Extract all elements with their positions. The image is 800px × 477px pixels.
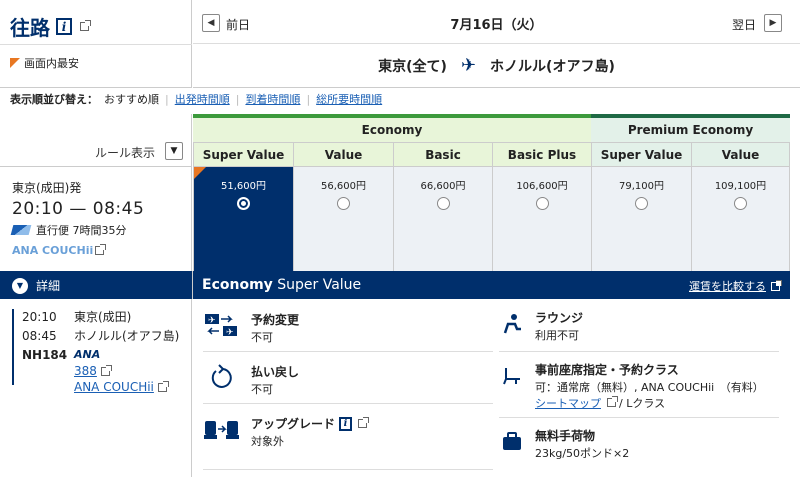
ana-logo-icon	[10, 225, 32, 235]
route-header: 東京(全て) ✈ ホノルル(オアフ島)	[193, 44, 800, 88]
fare-header: Basic Plus	[492, 142, 591, 166]
timeline-bar	[12, 309, 14, 385]
external-link-icon[interactable]	[358, 417, 370, 428]
condition-refund: 払い戻し 不可	[203, 363, 299, 398]
seat-icon	[499, 361, 525, 391]
sort-bar: 表示順並び替え： おすすめ順 | 出発時間順 | 到着時間順 | 総所要時間順	[10, 91, 383, 107]
fare-header: Value	[691, 142, 790, 166]
arrival-airport: ホノルル(オアフ島)	[74, 329, 180, 343]
sort-recommended: おすすめ順	[104, 93, 159, 106]
route-destination: ホノルル(オアフ島)	[490, 58, 615, 75]
fare-cell-selected[interactable]: 51,600円	[193, 166, 293, 271]
fare-header: Basic	[393, 142, 492, 166]
flight-times: 20:10 — 08:45	[12, 199, 145, 219]
fare-cell[interactable]: 79,100円	[591, 166, 691, 271]
fare-cell[interactable]: 66,600円	[393, 166, 492, 271]
flight-duration: 直行便 7時間35分	[10, 222, 191, 238]
svg-text:✈: ✈	[226, 328, 234, 338]
external-link-icon	[157, 381, 169, 392]
cabin-header-economy: Economy	[193, 114, 591, 142]
lounge-icon	[499, 309, 525, 339]
chevron-down-icon: ▼	[12, 277, 28, 294]
fare-radio[interactable]	[436, 197, 450, 210]
chevron-down-icon[interactable]: ▼	[165, 142, 183, 160]
departure-airport: 東京(成田)	[74, 310, 132, 324]
external-link-icon[interactable]	[80, 20, 91, 31]
details-toggle[interactable]: ▼ 詳細	[12, 277, 60, 294]
external-link-icon[interactable]	[606, 396, 618, 407]
date-navigation: ◀ 前日 7月16日（火） 翌日 ▶	[193, 0, 800, 44]
refund-icon	[203, 363, 241, 393]
cheapest-marker-icon	[10, 58, 20, 68]
condition-upgrade: アップグレード i 対象外	[203, 415, 370, 450]
external-link-icon	[771, 279, 782, 291]
fare-radio[interactable]	[635, 197, 648, 210]
cheapest-marker-icon	[194, 167, 206, 179]
flight-origin: 東京(成田)発	[12, 181, 82, 195]
rules-label[interactable]: ルール表示	[95, 144, 155, 161]
divider	[0, 44, 192, 45]
seat-map-link[interactable]: シートマップ	[535, 397, 601, 410]
external-link-icon	[95, 244, 107, 255]
fare-radio[interactable]	[734, 197, 747, 210]
fare-header: Super Value	[591, 142, 691, 166]
sort-arrival-time[interactable]: 到着時間順	[245, 91, 300, 107]
route-origin: 東京(全て)	[378, 58, 447, 75]
outbound-header: 往路 i 画面内最安	[0, 0, 192, 88]
condition-seat: 事前座席指定・予約クラス 可：通常席（無料）, ANA COUCHii （有料）…	[499, 361, 764, 412]
external-link-icon	[100, 365, 112, 376]
sort-total-duration[interactable]: 総所要時間順	[316, 91, 382, 107]
rules-toggle-area: ルール表示 ▼	[0, 114, 192, 166]
condition-change: ✈ ✈ 予約変更 不可	[203, 311, 299, 346]
condition-baggage: 無料手荷物 23kg/50ポンド×2	[499, 427, 629, 462]
fare-header: Value	[293, 142, 393, 166]
airplane-icon: ✈	[460, 55, 477, 76]
sort-departure-time[interactable]: 出発時間順	[175, 91, 230, 107]
selected-date: 7月16日（火）	[450, 18, 543, 33]
fare-cell[interactable]: 56,600円	[293, 166, 393, 271]
fare-cell[interactable]: 109,100円	[691, 166, 790, 271]
page-title: 往路 i	[10, 12, 91, 41]
cabin-header-premium: Premium Economy	[591, 114, 790, 142]
condition-lounge: ラウンジ 利用不可	[499, 309, 583, 344]
aircraft-link[interactable]: 388	[74, 363, 97, 379]
svg-text:✈: ✈	[208, 316, 216, 326]
brand-link[interactable]: ANA COUCHii	[12, 244, 191, 257]
info-icon[interactable]: i	[339, 416, 353, 431]
seat-upgrade-icon	[203, 415, 241, 445]
selected-fare-title: Economy Super Value	[202, 277, 362, 293]
fare-radio[interactable]	[337, 197, 350, 210]
next-day-label[interactable]: 翌日	[732, 16, 756, 33]
flight-number: NH184	[22, 348, 68, 362]
info-icon[interactable]: i	[56, 18, 72, 35]
fare-conditions: ✈ ✈ 予約変更 不可 払い戻し 不可 アップグレード i 対象外 ラウンジ 利…	[193, 299, 790, 477]
fare-radio[interactable]	[237, 197, 250, 210]
fare-cell[interactable]: 106,600円	[492, 166, 591, 271]
next-day-button[interactable]: ▶	[764, 14, 782, 32]
fare-radio[interactable]	[535, 197, 549, 210]
fare-header: Super Value	[193, 142, 293, 166]
baggage-icon	[499, 427, 525, 457]
ana-logo-icon: ANA	[74, 348, 101, 361]
fare-detail-bar: ▼ 詳細 Economy Super Value 運賃を比較する	[0, 271, 790, 299]
segment-detail: 20:10 東京(成田) 08:45 ホノルル(オアフ島) NH184 ANA …	[0, 299, 192, 477]
flight-change-icon: ✈ ✈	[203, 311, 241, 341]
brand-link[interactable]: ANA COUCHii	[74, 379, 154, 395]
departure-time: 20:10	[22, 310, 57, 324]
compare-fares-link[interactable]: 運賃を比較する	[689, 278, 782, 294]
cheapest-legend: 画面内最安	[10, 55, 79, 71]
flight-summary: 東京(成田)発 20:10 — 08:45 直行便 7時間35分 ANA COU…	[0, 166, 192, 271]
arrival-time: 08:45	[22, 329, 57, 343]
